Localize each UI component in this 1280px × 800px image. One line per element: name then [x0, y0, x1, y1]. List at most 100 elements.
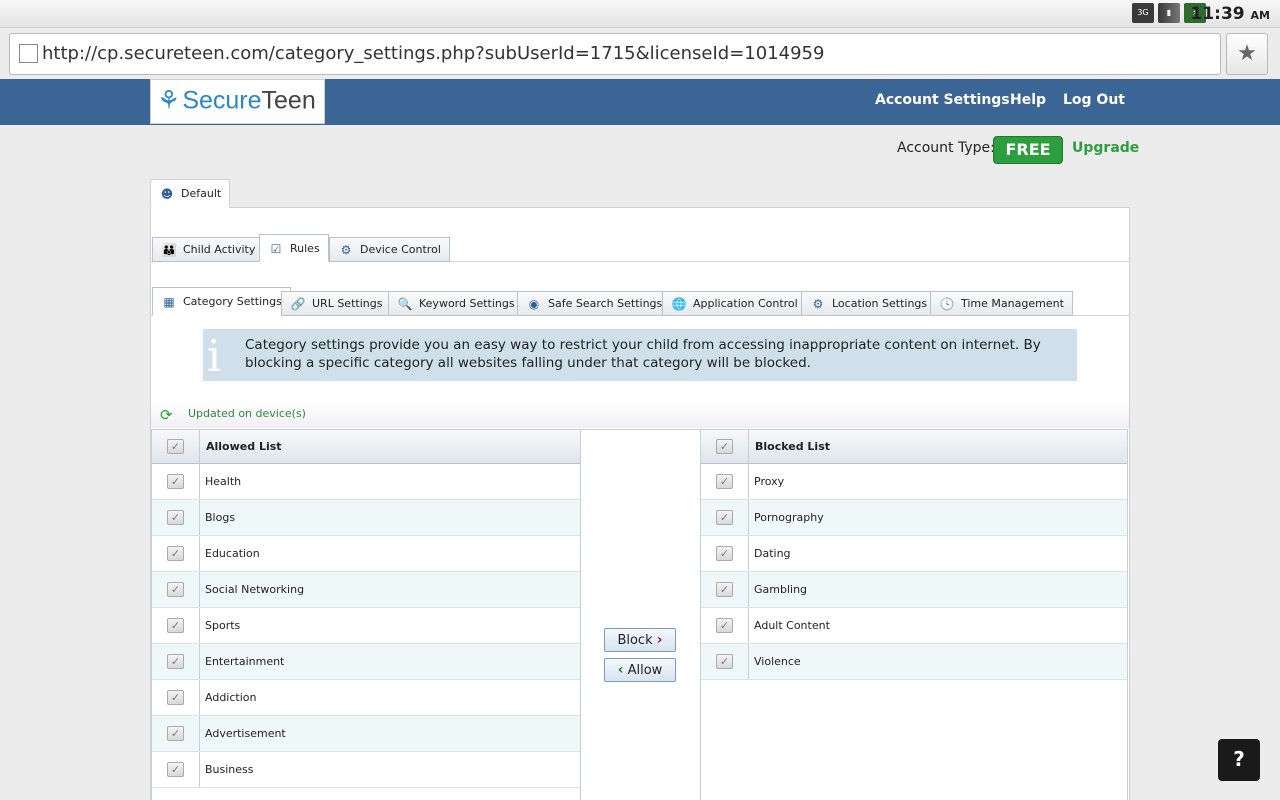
- tab-label: Device Control: [360, 243, 441, 256]
- list-item-label: Advertisement: [205, 727, 286, 740]
- list-item[interactable]: ✓ Blogs: [152, 500, 580, 536]
- blocked-list: ✓ Blocked List ✓ Proxy ✓ Pornography ✓ Dating…: [700, 429, 1128, 800]
- arrow-left-icon: ‹: [617, 662, 624, 678]
- row-checkbox[interactable]: ✓: [167, 762, 184, 777]
- allowed-rows: ✓ Health ✓ Blogs ✓ Education ✓ Social Networkin…: [152, 464, 580, 788]
- transfer-column: [581, 429, 700, 800]
- list-item-label: Education: [205, 547, 260, 560]
- subtab-application-control[interactable]: 🌐 Application Control: [662, 291, 807, 316]
- nav-logout[interactable]: Log Out: [1063, 92, 1125, 108]
- row-checkbox[interactable]: ✓: [716, 582, 733, 597]
- tab-label: Safe Search Settings: [548, 297, 663, 310]
- row-checkbox[interactable]: ✓: [167, 510, 184, 525]
- subtab-location-settings[interactable]: ⚙ Location Settings: [801, 291, 937, 316]
- row-checkbox[interactable]: ✓: [716, 546, 733, 561]
- location-gears-icon: ⚙: [812, 297, 824, 311]
- signal-3g-icon: 3G: [1132, 3, 1154, 23]
- row-checkbox[interactable]: ✓: [716, 510, 733, 525]
- subtab-safe-search-settings[interactable]: ◉ Safe Search Settings: [517, 291, 672, 316]
- tab-rules[interactable]: ☑ Rules: [259, 234, 329, 262]
- row-checkbox[interactable]: ✓: [716, 618, 733, 633]
- list-item-label: Violence: [754, 655, 801, 668]
- list-item[interactable]: ✓ Violence: [701, 644, 1127, 680]
- list-item[interactable]: ✓ Education: [152, 536, 580, 572]
- profile-tab-label: Default: [181, 187, 222, 200]
- row-checkbox[interactable]: ✓: [167, 654, 184, 669]
- list-item-label: Blogs: [205, 511, 236, 524]
- row-checkbox[interactable]: ✓: [167, 582, 184, 597]
- list-item[interactable]: ✓ Proxy: [701, 464, 1127, 500]
- list-item-label: Business: [205, 763, 254, 776]
- list-item[interactable]: ✓ Addiction: [152, 680, 580, 716]
- subtab-keyword-settings[interactable]: 🔍 Keyword Settings: [388, 291, 524, 316]
- row-checkbox[interactable]: ✓: [716, 654, 733, 669]
- logo-word-teen: Teen: [261, 86, 316, 115]
- row-checkbox[interactable]: ✓: [167, 618, 184, 633]
- tab-label: Location Settings: [832, 297, 928, 310]
- list-item-label: Proxy: [754, 475, 785, 488]
- child-profile-icon: ☻: [160, 187, 174, 201]
- list-item[interactable]: ✓ Pornography: [701, 500, 1127, 536]
- sync-icon: ⟳: [160, 406, 173, 424]
- nav-help[interactable]: Help: [1010, 92, 1046, 108]
- info-text: Category settings provide you an easy wa…: [245, 337, 1041, 371]
- list-item[interactable]: ✓ Dating: [701, 536, 1127, 572]
- bookmark-star-icon[interactable]: ★: [1226, 33, 1268, 75]
- list-item[interactable]: ✓ Gambling: [701, 572, 1127, 608]
- row-checkbox[interactable]: ✓: [167, 690, 184, 705]
- list-item-label: Sports: [205, 619, 241, 632]
- family-icon: 👪: [161, 243, 177, 257]
- allow-button[interactable]: ‹ Allow: [604, 658, 676, 682]
- list-item-label: Dating: [754, 547, 791, 560]
- block-button-label: Block: [617, 633, 653, 648]
- tab-label: Time Management: [961, 297, 1064, 310]
- select-all-allowed-checkbox[interactable]: ✓: [167, 439, 184, 454]
- block-button[interactable]: Block ›: [604, 628, 676, 652]
- keyword-search-icon: 🔍: [397, 297, 413, 311]
- list-item[interactable]: ✓ Social Networking: [152, 572, 580, 608]
- allowed-list: ✓ Allowed List ✓ Health ✓ Blogs ✓ Education ✓ S…: [151, 429, 581, 800]
- list-item[interactable]: ✓ Adult Content: [701, 608, 1127, 644]
- row-checkbox[interactable]: ✓: [167, 474, 184, 489]
- logo-word-secure: Secure: [182, 86, 262, 115]
- blocked-list-header: ✓ Blocked List: [701, 430, 1127, 464]
- url-text[interactable]: http://cp.secureteen.com/category_settin…: [42, 43, 824, 64]
- tab-label: URL Settings: [312, 297, 383, 310]
- list-item-label: Pornography: [754, 511, 824, 524]
- account-type-label: Account Type:: [897, 140, 995, 156]
- info-icon: i: [207, 331, 222, 382]
- arrow-right-icon: ›: [656, 632, 663, 648]
- help-question-icon[interactable]: ?: [1218, 739, 1260, 781]
- list-item-label: Gambling: [754, 583, 808, 596]
- select-all-blocked-checkbox[interactable]: ✓: [716, 439, 733, 454]
- tab-label: Child Activity: [183, 243, 256, 256]
- nav-account-settings[interactable]: Account Settings: [875, 92, 1010, 108]
- clock: 11:39 AM: [1190, 4, 1270, 24]
- allowed-list-header: ✓ Allowed List: [152, 430, 580, 464]
- list-item[interactable]: ✓ Health: [152, 464, 580, 500]
- tab-device-control[interactable]: ⚙ Device Control: [329, 237, 450, 262]
- blocked-list-title: Blocked List: [755, 440, 831, 453]
- row-checkbox[interactable]: ✓: [716, 474, 733, 489]
- profile-tab-default[interactable]: ☻ Default: [150, 179, 231, 208]
- list-item[interactable]: ✓ Advertisement: [152, 716, 580, 752]
- tab-child-activity[interactable]: 👪 Child Activity: [152, 237, 265, 262]
- row-checkbox[interactable]: ✓: [167, 726, 184, 741]
- list-item-label: Addiction: [205, 691, 257, 704]
- subtab-url-settings[interactable]: 🔗 URL Settings: [281, 291, 392, 316]
- row-checkbox[interactable]: ✓: [167, 546, 184, 561]
- subtab-time-management[interactable]: 🕓 Time Management: [930, 291, 1073, 316]
- link-icon: 🔗: [290, 297, 306, 311]
- upgrade-link[interactable]: Upgrade: [1072, 140, 1139, 156]
- list-item-label: Adult Content: [754, 619, 830, 632]
- status-bar: [0, 0, 1280, 28]
- subtab-category-settings[interactable]: ▦ Category Settings: [152, 287, 291, 316]
- blocked-rows: ✓ Proxy ✓ Pornography ✓ Dating ✓ Gambling ✓ Adult…: [701, 464, 1127, 680]
- allowed-list-title: Allowed List: [206, 440, 282, 453]
- list-item[interactable]: ✓ Sports: [152, 608, 580, 644]
- list-item[interactable]: ✓ Business: [152, 752, 580, 788]
- clock-icon: 🕓: [939, 297, 955, 311]
- list-item[interactable]: ✓ Entertainment: [152, 644, 580, 680]
- logo[interactable]: ⚘SecureTeen: [150, 79, 325, 124]
- tab-label: Keyword Settings: [419, 297, 515, 310]
